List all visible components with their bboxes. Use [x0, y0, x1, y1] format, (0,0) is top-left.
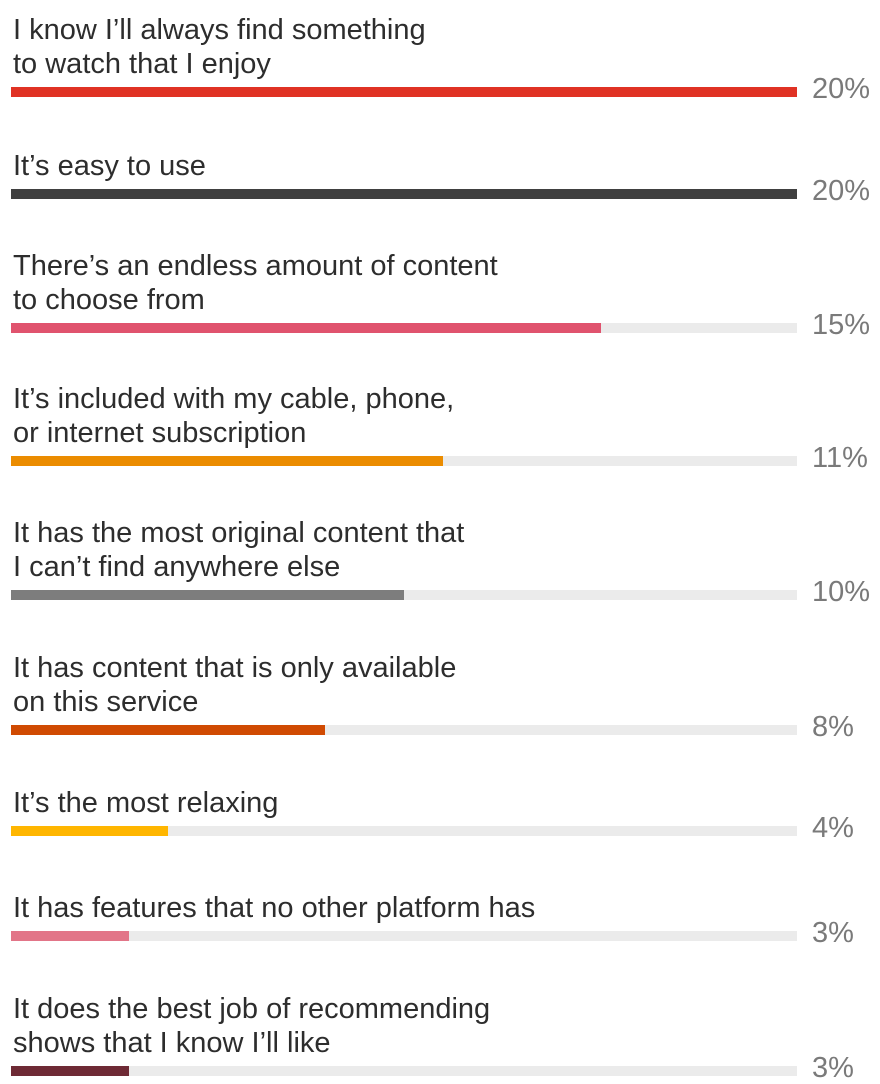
- bar-track: [11, 1066, 797, 1076]
- bar-value-label: 20%: [812, 175, 871, 207]
- bar-track: [11, 456, 797, 466]
- bar-label: I know I’ll always find something to wat…: [13, 14, 426, 80]
- bar-value-label: 10%: [812, 576, 871, 608]
- bar: [11, 456, 444, 466]
- bar-track: [11, 590, 797, 600]
- bar-label: It’s the most relaxing: [13, 787, 279, 819]
- bar-track: [11, 189, 797, 199]
- bar-label: It has content that is only available on…: [13, 652, 457, 718]
- bar: [11, 323, 601, 333]
- bar: [11, 590, 404, 600]
- bar-value-label: 15%: [812, 309, 871, 341]
- bar-label: It’s easy to use: [13, 150, 206, 182]
- bar-value-label: 3%: [812, 917, 854, 949]
- bar: [11, 826, 169, 836]
- bar-value-label: 8%: [812, 711, 854, 743]
- bar-track: [11, 931, 797, 941]
- bar: [11, 87, 797, 97]
- bar-value-label: 4%: [812, 812, 854, 844]
- bar-value-label: 11%: [812, 442, 868, 474]
- bar: [11, 725, 326, 735]
- bar: [11, 1066, 129, 1076]
- bar-label: It does the best job of recommending sho…: [13, 993, 491, 1059]
- bar-label: There’s an endless amount of content to …: [13, 250, 498, 316]
- bar-label: It’s included with my cable, phone, or i…: [13, 383, 455, 449]
- bar: [11, 189, 797, 199]
- bar-label: It has the most original content that I …: [13, 517, 465, 583]
- bar-value-label: 20%: [812, 73, 871, 105]
- bar-track: [11, 725, 797, 735]
- bar-track: [11, 87, 797, 97]
- bar-value-label: 3%: [812, 1052, 854, 1084]
- bar-label: It has features that no other platform h…: [13, 892, 536, 924]
- bar: [11, 931, 129, 941]
- bar-track: [11, 826, 797, 836]
- horizontal-bar-chart: I know I’ll always find something to wat…: [0, 0, 880, 1084]
- bar-track: [11, 323, 797, 333]
